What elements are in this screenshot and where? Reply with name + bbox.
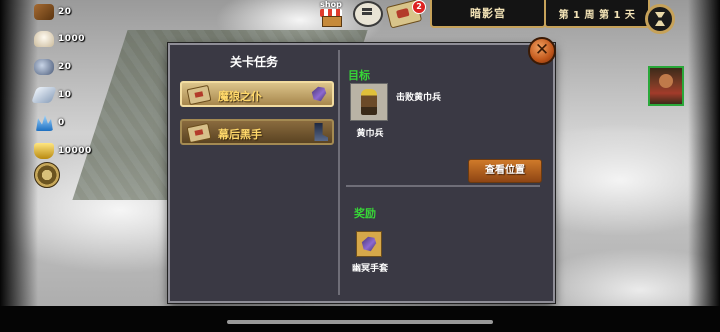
resource-value: 1000 — [58, 34, 86, 44]
boot-icon — [314, 123, 328, 141]
quest-label: 幕后黑手 — [218, 128, 262, 141]
panel-divider-horizontal — [346, 185, 540, 187]
resource-value: 20 — [58, 62, 72, 72]
shop-button[interactable]: shop — [318, 0, 344, 27]
scroll-icon — [186, 84, 212, 106]
gold-ingot-icon — [34, 143, 54, 159]
date-text: 第 1 周 第 1 天 — [558, 9, 636, 21]
quest-label: 魔狼之仆 — [218, 90, 262, 103]
resource-wood: 20 — [34, 4, 72, 20]
soldier-icon — [361, 89, 377, 115]
right-shadow-edge — [688, 0, 720, 332]
resource-value: 0 — [58, 118, 65, 128]
reward-name: 幽冥手套 — [352, 264, 389, 274]
gear-icon[interactable] — [34, 162, 60, 188]
quest-item-mastermind[interactable]: 幕后黑手 — [180, 119, 334, 145]
resource-food: 1000 — [34, 31, 85, 47]
enemy-name: 黄巾兵 — [356, 129, 384, 139]
location-name: 暗影宫 — [470, 7, 506, 20]
shop-stall-icon — [322, 16, 342, 27]
iron-ore-icon — [34, 59, 54, 75]
panel-divider-vertical — [338, 50, 340, 295]
enemy-portrait — [350, 83, 388, 121]
bottom-bar — [0, 306, 720, 332]
resource-crystal: 0 — [34, 115, 65, 131]
chat-button[interactable] — [353, 1, 383, 27]
goal-description: 击败黄巾兵 — [396, 93, 442, 103]
chat-icon — [362, 12, 372, 15]
quest-panel: 关卡任务 魔狼之仆 幕后黑手 目标 黄巾兵 击败黄巾兵 查看位置 奖励 幽冥手套 — [168, 43, 555, 303]
hero-portrait[interactable] — [648, 66, 684, 106]
scroll-icon — [186, 122, 212, 144]
close-button[interactable]: ✕ — [528, 37, 556, 65]
quest-item-wolf-servant[interactable]: 魔狼之仆 — [180, 81, 334, 107]
crystal-icon — [36, 115, 53, 131]
date-plate: 第 1 周 第 1 天 — [544, 0, 650, 28]
scroll-icon — [395, 7, 410, 19]
resource-silver: 10 — [31, 87, 72, 103]
end-turn-button[interactable] — [645, 4, 675, 34]
hero-face — [659, 74, 673, 88]
glove-icon — [361, 236, 377, 252]
view-location-button[interactable]: 查看位置 — [468, 159, 542, 183]
resource-value: 20 — [58, 7, 72, 17]
left-shadow-edge — [0, 0, 38, 332]
location-plate: 暗影宫 — [430, 0, 546, 28]
shop-label: shop — [320, 0, 342, 9]
wood-icon — [34, 4, 54, 20]
resource-value: 10 — [58, 90, 72, 100]
food-sack-icon — [34, 31, 54, 47]
silver-ingot-icon — [31, 87, 57, 103]
panel-title: 关卡任务 — [229, 55, 278, 69]
resource-value: 10000 — [58, 146, 92, 156]
resource-gold: 10000 — [34, 143, 92, 159]
hourglass-icon — [655, 12, 665, 26]
home-indicator[interactable] — [227, 320, 493, 324]
reward-item[interactable] — [356, 231, 382, 257]
resource-iron: 20 — [34, 59, 72, 75]
notification-badge: 2 — [412, 0, 426, 14]
glove-icon — [311, 86, 327, 102]
reward-heading: 奖励 — [354, 207, 376, 220]
goal-heading: 目标 — [348, 69, 370, 82]
